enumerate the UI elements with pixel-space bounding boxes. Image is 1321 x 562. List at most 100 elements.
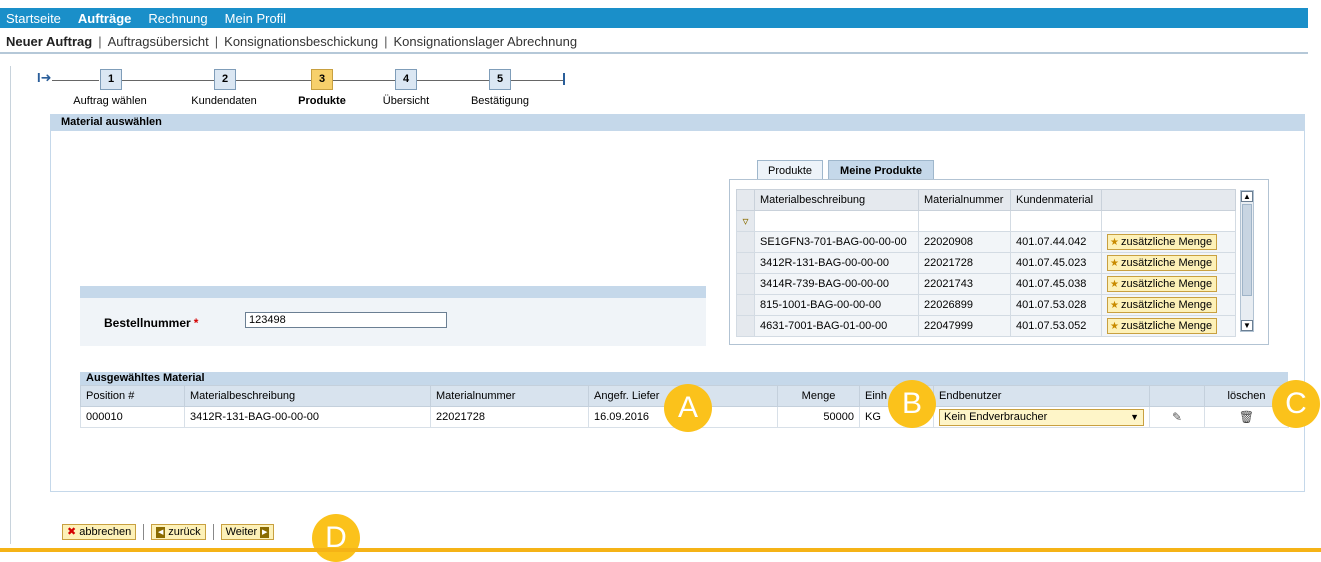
nav-rechnung[interactable]: Rechnung: [148, 11, 207, 26]
next-button[interactable]: Weiter ▶: [220, 524, 275, 540]
column-header[interactable]: Kundenmaterial: [1010, 189, 1102, 211]
cell-matnr: 22020908: [918, 231, 1011, 253]
chevron-down-icon[interactable]: ▼: [1130, 410, 1139, 425]
roadmap-step-1[interactable]: 1: [100, 69, 122, 90]
cell-matnr: 22021728: [918, 252, 1011, 274]
row-selector[interactable]: [736, 273, 755, 295]
cell-action: ★ zusätzliche Menge: [1101, 273, 1236, 295]
quantity-field[interactable]: 50000: [777, 406, 860, 428]
back-button-label: zurück: [168, 526, 201, 538]
star-add-icon: ★: [1110, 321, 1119, 332]
roadmap-step-5[interactable]: 5: [489, 69, 511, 90]
tab-produkte[interactable]: Produkte: [757, 160, 823, 180]
filter-cell[interactable]: [918, 210, 1011, 232]
column-header[interactable]: Materialbeschreibung: [754, 189, 919, 211]
button-label: zusätzliche Menge: [1120, 257, 1213, 269]
cell-desc: 815-1001-BAG-00-00-00: [754, 294, 919, 316]
zusaetzliche-menge-button[interactable]: ★ zusätzliche Menge: [1107, 234, 1218, 250]
column-header[interactable]: Materialbeschreibung: [184, 385, 431, 407]
zusaetzliche-menge-button[interactable]: ★ zusätzliche Menge: [1107, 276, 1218, 292]
cancel-button[interactable]: ✖ abbrechen: [62, 524, 137, 540]
column-header[interactable]: Materialnummer: [918, 189, 1011, 211]
zusaetzliche-menge-button[interactable]: ★ zusätzliche Menge: [1107, 297, 1218, 313]
trash-icon[interactable]: 🗑: [1239, 410, 1254, 424]
zusaetzliche-menge-button[interactable]: ★ zusätzliche Menge: [1107, 318, 1218, 334]
column-header[interactable]: Endbenutzer: [933, 385, 1150, 407]
cell-action: ★ zusätzliche Menge: [1101, 231, 1236, 253]
callout-c: C: [1272, 380, 1320, 428]
subnav-divider: [0, 52, 1308, 54]
roadmap-line: [417, 80, 489, 81]
row-selector[interactable]: [736, 315, 755, 337]
roadmap-label-1: Auftrag wählen: [73, 95, 147, 107]
roadmap-step-3[interactable]: 3: [311, 69, 333, 90]
separator: [143, 524, 145, 540]
cell-desc: 3414R-739-BAG-00-00-00: [754, 273, 919, 295]
back-button[interactable]: ◀ zurück: [151, 524, 206, 540]
row-selector[interactable]: [736, 294, 755, 316]
search-help-icon[interactable]: ✎: [1172, 410, 1182, 424]
nav-startseite[interactable]: Startseite: [6, 11, 61, 26]
panel-title: Material auswählen: [50, 114, 1305, 131]
scroll-down-icon[interactable]: ▼: [1241, 320, 1253, 331]
roadmap-label-4: Übersicht: [382, 95, 430, 107]
zusaetzliche-menge-button[interactable]: ★ zusätzliche Menge: [1107, 255, 1218, 271]
next-button-label: Weiter: [225, 526, 258, 538]
search-help-cell: ✎: [1149, 406, 1205, 428]
subnav-konsignationslager-abrechnung[interactable]: Konsignationslager Abrechnung: [393, 34, 577, 49]
table-row[interactable]: SE1GFN3-701-BAG-00-00-00 22020908 401.07…: [736, 231, 1236, 253]
subnav-neuer-auftrag[interactable]: Neuer Auftrag: [6, 34, 92, 49]
scroll-thumb[interactable]: [1242, 204, 1252, 296]
table-row[interactable]: 815-1001-BAG-00-00-00 22026899 401.07.53…: [736, 294, 1236, 316]
sub-navigation: Neuer Auftrag | Auftragsübersicht | Konsigna…: [6, 34, 577, 49]
arrow-right-icon: ▶: [260, 526, 270, 538]
subnav-konsignationsbeschickung[interactable]: Konsignationsbeschickung: [224, 34, 378, 49]
star-add-icon: ★: [1110, 300, 1119, 311]
filter-icon[interactable]: ▿: [736, 210, 755, 232]
endbenutzer-cell: Kein Endverbraucher ▼: [933, 406, 1150, 428]
button-label: zusätzliche Menge: [1120, 299, 1213, 311]
table-scrollbar[interactable]: ▲ ▼: [1240, 190, 1254, 332]
callout-d: D: [312, 514, 360, 562]
cell-action: ★ zusätzliche Menge: [1101, 252, 1236, 274]
table-row[interactable]: 3414R-739-BAG-00-00-00 22021743 401.07.4…: [736, 273, 1236, 295]
roadmap-end-icon: [563, 73, 565, 85]
table-row[interactable]: 4631-7001-BAG-01-00-00 22047999 401.07.5…: [736, 315, 1236, 337]
bestellnummer-input[interactable]: 123498: [245, 312, 447, 328]
filter-cell[interactable]: [1010, 210, 1102, 232]
roadmap-step-2[interactable]: 2: [214, 69, 236, 90]
endbenutzer-select[interactable]: Kein Endverbraucher ▼: [939, 408, 1144, 426]
nav-mein-profil[interactable]: Mein Profil: [225, 11, 286, 26]
cell-desc: 3412R-131-BAG-00-00-00: [184, 406, 431, 428]
roadmap-label-5: Bestätigung: [470, 95, 530, 107]
cell-kunde: 401.07.53.052: [1010, 315, 1102, 337]
cell-desc: SE1GFN3-701-BAG-00-00-00: [754, 231, 919, 253]
callout-b: B: [888, 380, 936, 428]
row-selector-header: [736, 189, 755, 211]
nav-auftraege[interactable]: Aufträge: [78, 11, 131, 26]
row-selector[interactable]: [736, 231, 755, 253]
cancel-button-label: abbrechen: [79, 526, 132, 538]
cell-kunde: 401.07.44.042: [1010, 231, 1102, 253]
cell-action: ★ zusätzliche Menge: [1101, 294, 1236, 316]
cell-position: 000010: [80, 406, 185, 428]
callout-a: A: [664, 384, 712, 432]
subnav-auftragsuebersicht[interactable]: Auftragsübersicht: [108, 34, 209, 49]
column-header[interactable]: Position #: [80, 385, 185, 407]
column-header: [1101, 189, 1236, 211]
separator: |: [214, 34, 219, 49]
cell-desc: 3412R-131-BAG-00-00-00: [754, 252, 919, 274]
bestellnummer-label-text: Bestellnummer: [104, 316, 191, 330]
left-border: [10, 66, 11, 544]
button-label: zusätzliche Menge: [1120, 236, 1213, 248]
selected-material-title: Ausgewähltes Material: [80, 372, 1288, 385]
table-row[interactable]: 3412R-131-BAG-00-00-00 22021728 401.07.4…: [736, 252, 1236, 274]
scroll-up-icon[interactable]: ▲: [1241, 191, 1253, 202]
tab-meine-produkte[interactable]: Meine Produkte: [828, 160, 934, 180]
cell-action: ★ zusätzliche Menge: [1101, 315, 1236, 337]
roadmap-step-4[interactable]: 4: [395, 69, 417, 90]
row-selector[interactable]: [736, 252, 755, 274]
column-header[interactable]: Materialnummer: [430, 385, 589, 407]
column-header[interactable]: Menge: [777, 385, 860, 407]
filter-cell[interactable]: [754, 210, 919, 232]
